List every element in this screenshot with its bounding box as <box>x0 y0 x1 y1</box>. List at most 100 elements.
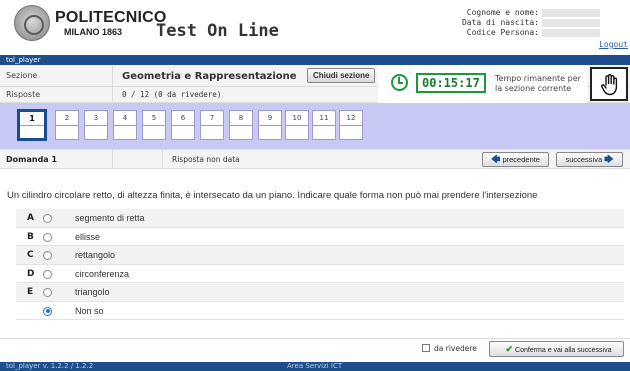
app-title: Test On Line <box>156 21 279 41</box>
user-code-label: Codice Persona: <box>466 28 539 37</box>
clock-icon <box>391 74 408 91</box>
user-code-row: Codice Persona: <box>462 28 600 38</box>
close-section-button[interactable]: Chiudi sezione <box>307 68 376 83</box>
question-nav-number: 4 <box>114 111 136 126</box>
countdown-timer: 00:15:17 <box>416 73 486 93</box>
user-info: Cognome e nome: Data di nascita: Codice … <box>462 8 600 38</box>
question-nav-item[interactable]: 3 <box>84 110 108 140</box>
review-checkbox[interactable] <box>422 344 430 352</box>
answer-option[interactable]: Non so <box>16 302 624 320</box>
confirm-next-button[interactable]: ✔ Conferma e vai alla successiva <box>489 341 624 357</box>
question-nav-number: 1 <box>20 112 44 126</box>
logout-link[interactable]: Logout <box>599 40 628 49</box>
question-nav-item[interactable]: 5 <box>142 110 166 140</box>
question-nav-item[interactable]: 6 <box>171 110 195 140</box>
review-label: da rivedere <box>434 344 477 353</box>
user-birthdate-row: Data di nascita: <box>462 18 600 28</box>
question-nav-item[interactable]: 11 <box>312 110 336 140</box>
option-letter: A <box>27 213 34 223</box>
arrow-right-icon: 🡆 <box>604 154 614 164</box>
question-nav-number: 2 <box>56 111 78 126</box>
option-letter: B <box>27 231 34 242</box>
timer-caption-line: Tempo rimanente per <box>495 74 581 83</box>
footer-version: tol_player v. 1.2.2 / 1.2.2 <box>6 362 94 370</box>
answer-status: Risposta non data <box>172 155 240 164</box>
option-text: segmento di retta <box>75 213 145 223</box>
option-text: ellisse <box>75 231 101 242</box>
question-nav-number: 10 <box>286 111 308 126</box>
option-letter: E <box>27 287 34 297</box>
column-divider <box>162 150 163 169</box>
option-letter: D <box>27 268 35 279</box>
confirm-label: Conferma e vai alla successiva <box>515 347 612 354</box>
university-name: POLITECNICO <box>55 9 167 26</box>
answer-option[interactable]: A segmento di retta <box>16 209 624 228</box>
answer-options: A segmento di retta B ellisse C rettango… <box>16 209 624 320</box>
redacted-value <box>542 18 600 27</box>
next-label: successiva <box>565 155 603 164</box>
answer-option[interactable]: E triangolo <box>16 283 624 302</box>
redacted-value <box>542 28 600 37</box>
next-button[interactable]: successiva 🡆 <box>556 152 623 167</box>
question-nav-number: 11 <box>313 111 335 126</box>
question-nav-item[interactable]: 8 <box>229 110 253 140</box>
question-title: Domanda 1 <box>6 155 58 164</box>
question-nav-number: 3 <box>85 111 107 126</box>
question-nav-item[interactable]: 12 <box>339 110 363 140</box>
user-name-label: Cognome e nome: <box>466 8 539 17</box>
option-radio[interactable] <box>43 251 52 260</box>
option-text: Non so <box>75 305 104 316</box>
university-subtitle: MILANO 1863 <box>64 27 123 37</box>
column-divider <box>112 65 113 103</box>
question-nav-number: 8 <box>230 111 252 126</box>
app-bar-label: tol_player <box>6 56 41 64</box>
answer-option[interactable]: B ellisse <box>16 228 624 246</box>
timer-panel: 00:15:17 Tempo rimanente per la sezione … <box>378 65 587 103</box>
option-radio[interactable] <box>43 214 52 223</box>
question-nav-item[interactable]: 2 <box>55 110 79 140</box>
column-divider <box>112 150 113 169</box>
option-radio[interactable] <box>43 269 52 279</box>
question-nav-number: 12 <box>340 111 362 126</box>
question-nav-number: 9 <box>259 111 281 126</box>
answer-option[interactable]: C rettangolo <box>16 246 624 265</box>
question-header: Domanda 1 Risposta non data 🡄 precedente… <box>0 149 630 169</box>
option-radio-selected[interactable] <box>43 306 52 316</box>
raise-hand-button[interactable] <box>590 67 628 101</box>
review-toggle[interactable]: da rivedere <box>422 344 477 353</box>
option-radio[interactable] <box>43 232 52 242</box>
question-nav-item[interactable]: 1 <box>17 109 47 141</box>
redacted-value <box>542 8 600 17</box>
university-logo-icon <box>14 5 50 41</box>
question-nav-number: 6 <box>172 111 194 126</box>
user-name-row: Cognome e nome: <box>462 8 600 18</box>
question-nav-item[interactable]: 9 <box>258 110 282 140</box>
page-footer: tol_player v. 1.2.2 / 1.2.2 Area Servizi… <box>0 362 630 371</box>
section-title: Geometria e Rappresentazione <box>122 71 297 82</box>
timer-caption: Tempo rimanente per la sezione corrente <box>495 74 581 94</box>
hand-icon <box>601 74 618 96</box>
answer-option[interactable]: D circonferenza <box>16 265 624 283</box>
footer-area: Area Servizi ICT <box>287 362 343 370</box>
option-text: rettangolo <box>75 250 116 260</box>
checkmark-icon: ✔ <box>505 344 514 354</box>
question-nav-item[interactable]: 4 <box>113 110 137 140</box>
question-nav-item[interactable]: 7 <box>200 110 224 140</box>
question-nav-item[interactable]: 10 <box>285 110 309 140</box>
question-nav-number: 7 <box>201 111 223 126</box>
user-birthdate-label: Data di nascita: <box>461 18 539 27</box>
option-text: triangolo <box>75 287 110 297</box>
question-nav-strip: 1 2 3 4 5 6 7 8 9 10 11 12 <box>0 103 630 149</box>
option-radio[interactable] <box>43 288 52 297</box>
question-text: Un cilindro circolare retto, di altezza … <box>7 190 538 201</box>
option-letter: C <box>27 250 34 260</box>
timer-caption-line: la sezione corrente <box>495 84 572 93</box>
option-text: circonferenza <box>75 268 130 279</box>
answers-count: 0 / 12 (0 da rivedere) <box>122 90 222 99</box>
previous-button[interactable]: 🡄 precedente <box>482 152 549 167</box>
section-label: Sezione <box>6 71 38 80</box>
question-nav-number: 5 <box>143 111 165 126</box>
app-bar: tol_player <box>0 55 630 65</box>
page-header: POLITECNICO MILANO 1863 Test On Line Cog… <box>0 0 630 55</box>
arrow-left-icon: 🡄 <box>491 154 501 164</box>
